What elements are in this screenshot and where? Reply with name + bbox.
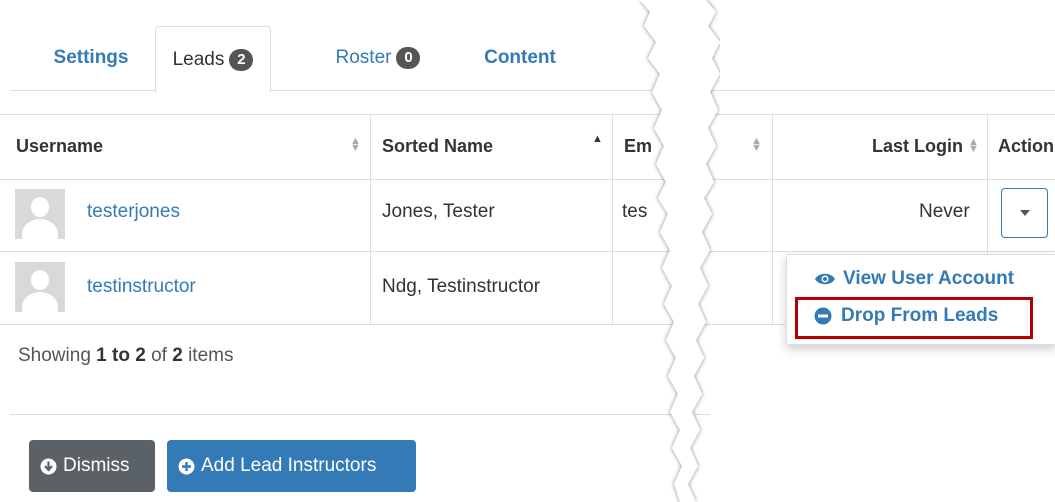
header-last-login-label: Last Login [872, 135, 963, 156]
add-lead-instructors-label: Add Lead Instructors [201, 455, 377, 476]
tab-settings[interactable]: Settings [45, 26, 137, 90]
range-value: 1 to 2 [96, 345, 146, 366]
roster-count-badge: 0 [396, 47, 421, 69]
view-user-account-item[interactable]: View User Account [814, 268, 1014, 290]
items-label: items [188, 345, 234, 366]
pagination-summary: Showing 1 to 2 of 2 items [18, 345, 233, 367]
tab-content-label: Content [484, 47, 556, 68]
eye-icon [815, 273, 835, 285]
tab-leads[interactable]: Leads 2 [155, 26, 271, 93]
caret-down-icon [1019, 210, 1030, 216]
avatar [15, 189, 65, 239]
torn-edge-divider [640, 0, 720, 502]
tab-roster-label: Roster [335, 47, 392, 68]
last-login-cell: Never [919, 201, 970, 222]
of-label: of [151, 345, 167, 366]
row-action-dropdown-button[interactable] [1001, 188, 1048, 238]
view-user-account-label: View User Account [843, 268, 1015, 289]
add-lead-instructors-button[interactable]: Add Lead Instructors [167, 440, 416, 492]
showing-label: Showing [18, 345, 91, 366]
plus-circle-icon [178, 458, 195, 474]
tab-roster[interactable]: Roster 0 [322, 26, 434, 90]
header-sorted-name-label: Sorted Name [382, 135, 494, 156]
header-last-login[interactable]: Last Login ▲ ▼ [872, 114, 979, 178]
sort-both-icon: ▲ ▼ [350, 135, 361, 154]
username-link[interactable]: testinstructor [87, 276, 196, 298]
sort-both-icon: ▲ ▼ [751, 135, 762, 154]
row-divider [0, 251, 1055, 252]
highlight-box [795, 297, 1033, 339]
col-divider [370, 114, 371, 324]
leads-count-badge: 2 [229, 48, 254, 71]
header-username-label: Username [16, 135, 104, 156]
header-username[interactable]: Username [16, 114, 103, 178]
header-action-label: Action [998, 135, 1054, 156]
sorted-name-cell: Jones, Tester [382, 201, 495, 222]
header-sorted-name[interactable]: Sorted Name [382, 114, 493, 178]
dismiss-button[interactable]: Dismiss [29, 440, 155, 492]
arrow-down-circle-icon [40, 458, 57, 474]
total-value: 2 [172, 345, 183, 366]
tab-content[interactable]: Content [478, 26, 562, 90]
avatar [15, 262, 65, 312]
sort-both-icon: ▲ ▼ [968, 136, 979, 155]
col-divider [772, 114, 773, 324]
sorted-name-cell: Ndg, Testinstructor [382, 276, 541, 297]
header-action: Action [998, 114, 1054, 178]
tab-settings-label: Settings [53, 47, 129, 68]
dismiss-label: Dismiss [63, 455, 130, 476]
username-link[interactable]: testerjones [87, 201, 180, 223]
tab-leads-label: Leads [172, 48, 225, 70]
